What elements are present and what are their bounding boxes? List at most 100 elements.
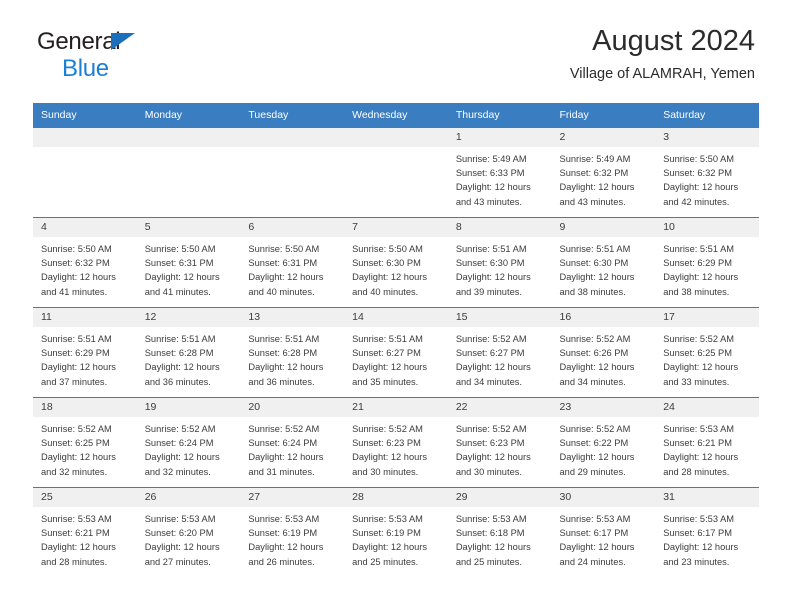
calendar-day-cell[interactable]: 23 Sunrise: 5:52 AM Sunset: 6:22 PM Dayligh… — [551, 397, 656, 488]
day-detail-sunset: Sunset: 6:24 PM — [144, 438, 214, 449]
day-detail-daylight1: Daylight: 12 hours — [144, 362, 220, 373]
day-detail-daylight1: Daylight: 12 hours — [559, 182, 635, 193]
calendar-day-cell[interactable]: 1 Sunrise: 5:49 AM Sunset: 6:33 PM Daylight… — [447, 127, 552, 218]
day-detail-sunrise: Sunrise: 5:53 AM — [455, 514, 527, 524]
calendar-day-cell[interactable]: 17 Sunrise: 5:52 AM Sunset: 6:25 PM Dayligh… — [655, 307, 759, 398]
calendar-day-cell[interactable]: 15 Sunrise: 5:52 AM Sunset: 6:27 PM Dayligh… — [447, 307, 552, 398]
day-detail-daylight1: Daylight: 12 hours — [41, 272, 116, 283]
calendar-day-cell[interactable]: 28 Sunrise: 5:53 AM Sunset: 6:19 PM Dayligh… — [344, 487, 448, 577]
day-number: 19 — [136, 398, 241, 417]
day-detail-daylight1: Daylight: 12 hours — [352, 272, 428, 283]
day-details: Sunrise: 5:49 AM Sunset: 6:32 PM Daylight:… — [552, 147, 656, 209]
calendar-day-cell[interactable]: 7 Sunrise: 5:50 AM Sunset: 6:30 PM Daylight… — [344, 217, 448, 308]
day-details: Sunrise: 5:52 AM Sunset: 6:27 PM Daylight:… — [448, 327, 552, 389]
calendar-day-cell[interactable]: 22 Sunrise: 5:52 AM Sunset: 6:23 PM Dayligh… — [447, 397, 552, 488]
day-number: 30 — [551, 488, 656, 507]
calendar-day-cell[interactable]: 24 Sunrise: 5:53 AM Sunset: 6:21 PM Dayligh… — [655, 397, 759, 488]
calendar-day-cell[interactable]: 14 Sunrise: 5:51 AM Sunset: 6:27 PM Dayligh… — [344, 307, 448, 398]
generalblue-logo: General Blue — [37, 30, 237, 81]
calendar-day-cell[interactable]: 30 Sunrise: 5:53 AM Sunset: 6:17 PM Dayligh… — [551, 487, 656, 577]
day-detail-daylight2: and 33 minutes. — [663, 376, 730, 387]
day-detail-sunset: Sunset: 6:29 PM — [41, 348, 110, 359]
day-details: Sunrise: 5:50 AM Sunset: 6:30 PM Daylight:… — [344, 237, 448, 299]
calendar-grid: Sunday Monday Tuesday Wednesday Thursday… — [33, 103, 759, 577]
calendar-day-cell[interactable]: 31 Sunrise: 5:53 AM Sunset: 6:17 PM Dayligh… — [655, 487, 759, 577]
day-detail-daylight1: Daylight: 12 hours — [144, 272, 220, 283]
logo-triangle-icon — [111, 33, 135, 50]
calendar-day-cell[interactable]: 11 Sunrise: 5:51 AM Sunset: 6:29 PM Dayligh… — [33, 307, 137, 398]
calendar-day-cell[interactable]: 2 Sunrise: 5:49 AM Sunset: 6:32 PM Daylight… — [551, 127, 656, 218]
calendar-day-cell[interactable]: 20 Sunrise: 5:52 AM Sunset: 6:24 PM Dayligh… — [240, 397, 345, 488]
day-details: Sunrise: 5:53 AM Sunset: 6:21 PM Daylight:… — [33, 507, 137, 569]
day-number: 18 — [33, 398, 137, 417]
day-detail-sunrise: Sunrise: 5:52 AM — [352, 424, 423, 434]
calendar-day-cell[interactable]: 8 Sunrise: 5:51 AM Sunset: 6:30 PM Daylight… — [447, 217, 552, 308]
day-detail-daylight1: Daylight: 12 hours — [455, 362, 531, 373]
day-detail-daylight1: Daylight: 12 hours — [663, 542, 739, 553]
day-number: 2 — [551, 128, 656, 147]
day-detail-daylight2: and 28 minutes. — [41, 556, 108, 567]
calendar-day-cell[interactable]: 27 Sunrise: 5:53 AM Sunset: 6:19 PM Dayligh… — [240, 487, 345, 577]
calendar-day-cell[interactable]: 3 Sunrise: 5:50 AM Sunset: 6:32 PM Daylight… — [655, 127, 759, 218]
calendar-day-cell[interactable]: 18 Sunrise: 5:52 AM Sunset: 6:25 PM Dayligh… — [33, 397, 137, 488]
logo-text-blue: Blue — [62, 55, 109, 82]
calendar-day-cell[interactable]: 19 Sunrise: 5:52 AM Sunset: 6:24 PM Dayligh… — [136, 397, 241, 488]
calendar-day-cell[interactable]: 12 Sunrise: 5:51 AM Sunset: 6:28 PM Dayligh… — [136, 307, 241, 398]
weekday-header-thursday: Thursday — [447, 103, 552, 128]
day-detail-sunset: Sunset: 6:28 PM — [144, 348, 214, 359]
day-detail-sunset: Sunset: 6:27 PM — [352, 348, 421, 359]
calendar-day-cell[interactable]: 21 Sunrise: 5:52 AM Sunset: 6:23 PM Dayligh… — [344, 397, 448, 488]
day-number: 13 — [240, 308, 345, 327]
day-detail-sunrise: Sunrise: 5:53 AM — [663, 424, 735, 434]
calendar-day-cell[interactable]: 9 Sunrise: 5:51 AM Sunset: 6:30 PM Daylight… — [551, 217, 656, 308]
calendar-day-cell-empty — [33, 127, 137, 218]
calendar-day-cell[interactable]: 5 Sunrise: 5:50 AM Sunset: 6:31 PM Daylight… — [136, 217, 241, 308]
day-detail-sunrise: Sunrise: 5:50 AM — [663, 154, 735, 164]
calendar-weekday-header: Sunday Monday Tuesday Wednesday Thursday… — [33, 103, 759, 128]
day-detail-daylight1: Daylight: 12 hours — [559, 542, 635, 553]
day-detail-daylight2: and 30 minutes. — [352, 466, 419, 477]
day-detail-sunset: Sunset: 6:28 PM — [248, 348, 318, 359]
day-detail-sunrise: Sunrise: 5:51 AM — [352, 334, 423, 344]
day-detail-sunset: Sunset: 6:25 PM — [663, 348, 732, 359]
day-details: Sunrise: 5:51 AM Sunset: 6:28 PM Daylight:… — [137, 327, 241, 389]
calendar-page: General Blue August 2024 Village of ALAM… — [0, 0, 792, 612]
calendar-day-cell[interactable]: 26 Sunrise: 5:53 AM Sunset: 6:20 PM Dayligh… — [136, 487, 241, 577]
calendar-day-cell[interactable]: 16 Sunrise: 5:52 AM Sunset: 6:26 PM Dayligh… — [551, 307, 656, 398]
day-details: Sunrise: 5:50 AM Sunset: 6:31 PM Daylight:… — [137, 237, 241, 299]
day-detail-daylight1: Daylight: 12 hours — [248, 362, 324, 373]
day-detail-sunrise: Sunrise: 5:53 AM — [248, 514, 320, 524]
day-detail-daylight1: Daylight: 12 hours — [455, 272, 531, 283]
logo-text-general: General — [37, 28, 121, 55]
title-block: August 2024 Village of ALAMRAH, Yemen — [570, 26, 755, 83]
day-detail-daylight2: and 37 minutes. — [41, 376, 108, 387]
day-detail-sunset: Sunset: 6:29 PM — [663, 258, 732, 269]
day-detail-sunrise: Sunrise: 5:52 AM — [144, 424, 216, 434]
day-detail-daylight2: and 25 minutes. — [455, 556, 522, 567]
day-detail-daylight2: and 38 minutes. — [559, 286, 626, 297]
day-details: Sunrise: 5:52 AM Sunset: 6:24 PM Daylight:… — [137, 417, 241, 479]
day-detail-daylight2: and 38 minutes. — [663, 286, 730, 297]
calendar-day-cell[interactable]: 4 Sunrise: 5:50 AM Sunset: 6:32 PM Daylight… — [33, 217, 137, 308]
day-details: Sunrise: 5:50 AM Sunset: 6:32 PM Daylight:… — [33, 237, 137, 299]
day-detail-sunrise: Sunrise: 5:53 AM — [144, 514, 216, 524]
calendar-day-cell[interactable]: 10 Sunrise: 5:51 AM Sunset: 6:29 PM Dayligh… — [655, 217, 759, 308]
day-number — [344, 128, 448, 147]
day-detail-daylight2: and 41 minutes. — [41, 286, 108, 297]
calendar-day-cell[interactable]: 6 Sunrise: 5:50 AM Sunset: 6:31 PM Daylight… — [240, 217, 345, 308]
calendar-day-cell[interactable]: 13 Sunrise: 5:51 AM Sunset: 6:28 PM Dayligh… — [240, 307, 345, 398]
weekday-header-row: Sunday Monday Tuesday Wednesday Thursday… — [33, 103, 759, 128]
day-details: Sunrise: 5:52 AM Sunset: 6:25 PM Daylight:… — [33, 417, 137, 479]
day-detail-sunset: Sunset: 6:31 PM — [248, 258, 318, 269]
day-detail-daylight2: and 29 minutes. — [559, 466, 626, 477]
day-number: 23 — [551, 398, 656, 417]
day-detail-sunrise: Sunrise: 5:50 AM — [41, 244, 112, 254]
day-number: 5 — [136, 218, 241, 237]
day-detail-sunrise: Sunrise: 5:52 AM — [455, 334, 527, 344]
day-number — [240, 128, 345, 147]
day-details: Sunrise: 5:51 AM Sunset: 6:29 PM Daylight:… — [655, 237, 759, 299]
day-detail-daylight2: and 31 minutes. — [248, 466, 315, 477]
calendar-day-cell[interactable]: 29 Sunrise: 5:53 AM Sunset: 6:18 PM Dayligh… — [447, 487, 552, 577]
calendar-body: 1 Sunrise: 5:49 AM Sunset: 6:33 PM Daylight… — [33, 127, 759, 577]
calendar-day-cell[interactable]: 25 Sunrise: 5:53 AM Sunset: 6:21 PM Dayligh… — [33, 487, 137, 577]
